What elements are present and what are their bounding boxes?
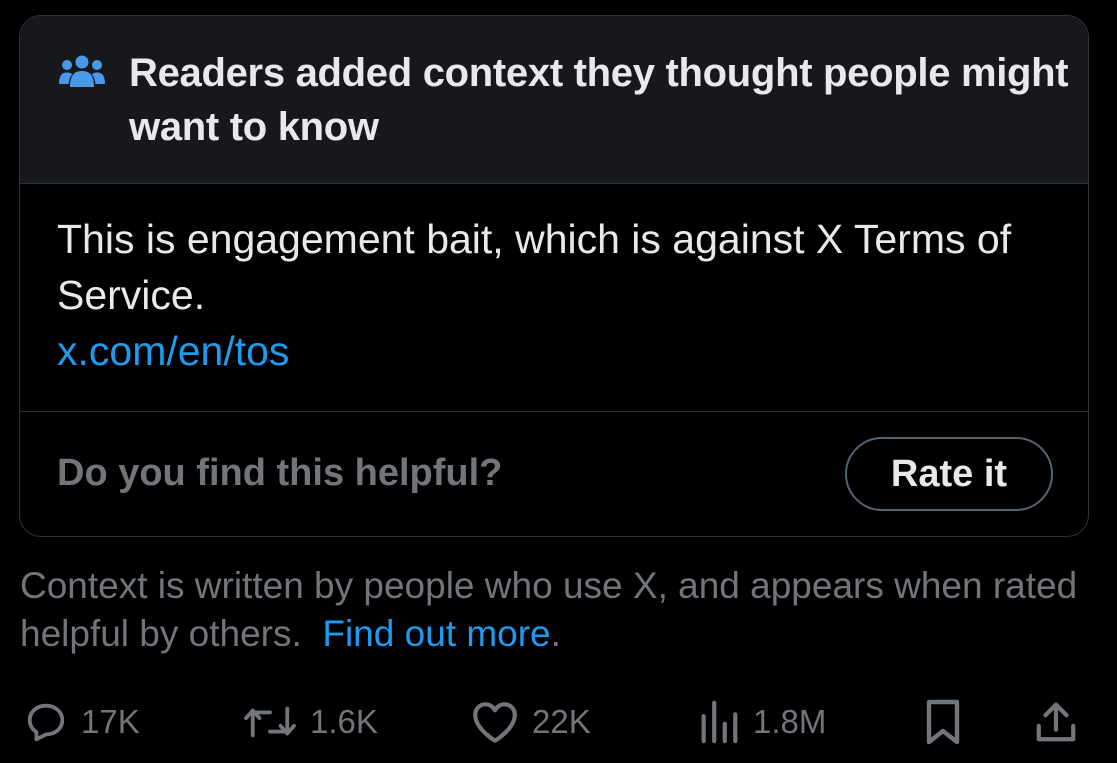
reply-action[interactable]: 17K — [23, 690, 140, 754]
reply-count: 17K — [81, 703, 140, 740]
note-header: Readers added context they thought peopl… — [20, 16, 1088, 184]
like-count: 22K — [532, 703, 591, 740]
views-action[interactable]: 1.8M — [697, 690, 826, 754]
share-icon — [1036, 702, 1076, 742]
note-header-title: Readers added context they thought peopl… — [129, 51, 1069, 149]
disclaimer-suffix: . — [550, 613, 561, 654]
context-disclaimer: Context is written by people who use X, … — [20, 562, 1080, 658]
repost-icon — [244, 706, 296, 738]
bookmark-icon — [926, 699, 960, 745]
heart-icon — [473, 702, 517, 743]
note-source-link[interactable]: x.com/en/tos — [57, 323, 289, 379]
rate-it-button[interactable]: Rate it — [845, 437, 1053, 511]
post-action-bar: 17K 1.6K 22K 1.8M — [0, 690, 1117, 754]
reply-icon — [27, 703, 65, 742]
note-text: This is engagement bait, which is agains… — [57, 216, 1012, 318]
like-action[interactable]: 22K — [470, 690, 591, 754]
find-out-more-link[interactable]: Find out more — [322, 613, 550, 654]
views-icon — [701, 700, 738, 744]
community-note-card: Readers added context they thought peopl… — [19, 15, 1089, 537]
repost-count: 1.6K — [310, 703, 378, 740]
people-group-icon — [59, 55, 105, 87]
note-body: This is engagement bait, which is agains… — [20, 184, 1088, 412]
views-count: 1.8M — [753, 703, 827, 740]
share-action[interactable] — [1033, 690, 1079, 754]
helpful-question: Do you find this helpful? — [57, 452, 503, 494]
bookmark-action[interactable] — [922, 690, 964, 754]
repost-action[interactable]: 1.6K — [242, 690, 378, 754]
note-footer: Do you find this helpful? Rate it — [20, 412, 1088, 536]
